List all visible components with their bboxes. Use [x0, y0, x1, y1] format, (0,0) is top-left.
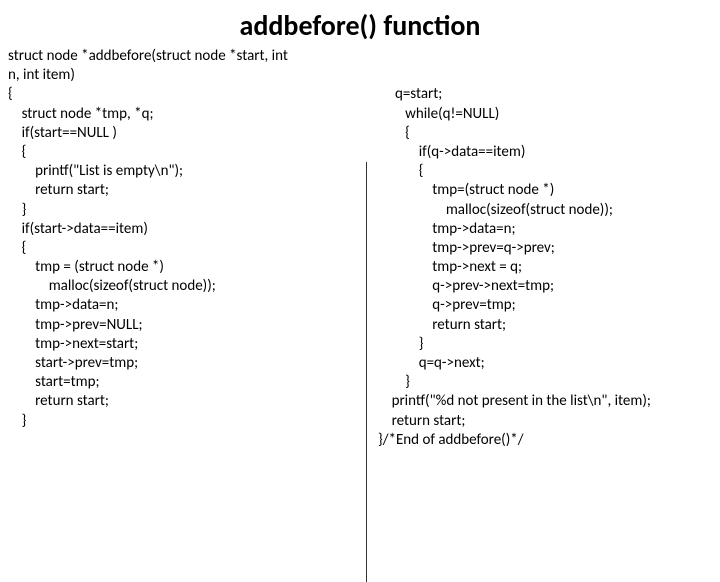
column-divider	[366, 162, 367, 582]
code-left: struct node *addbefore(struct node *star…	[8, 47, 378, 450]
columns: struct node *addbefore(struct node *star…	[0, 47, 720, 450]
code-right: q=start; while(q!=NULL) { if(q->data==it…	[378, 47, 712, 450]
page-title: addbefore() function	[0, 8, 720, 43]
code-wrap: struct node *addbefore(struct node *star…	[0, 47, 720, 450]
